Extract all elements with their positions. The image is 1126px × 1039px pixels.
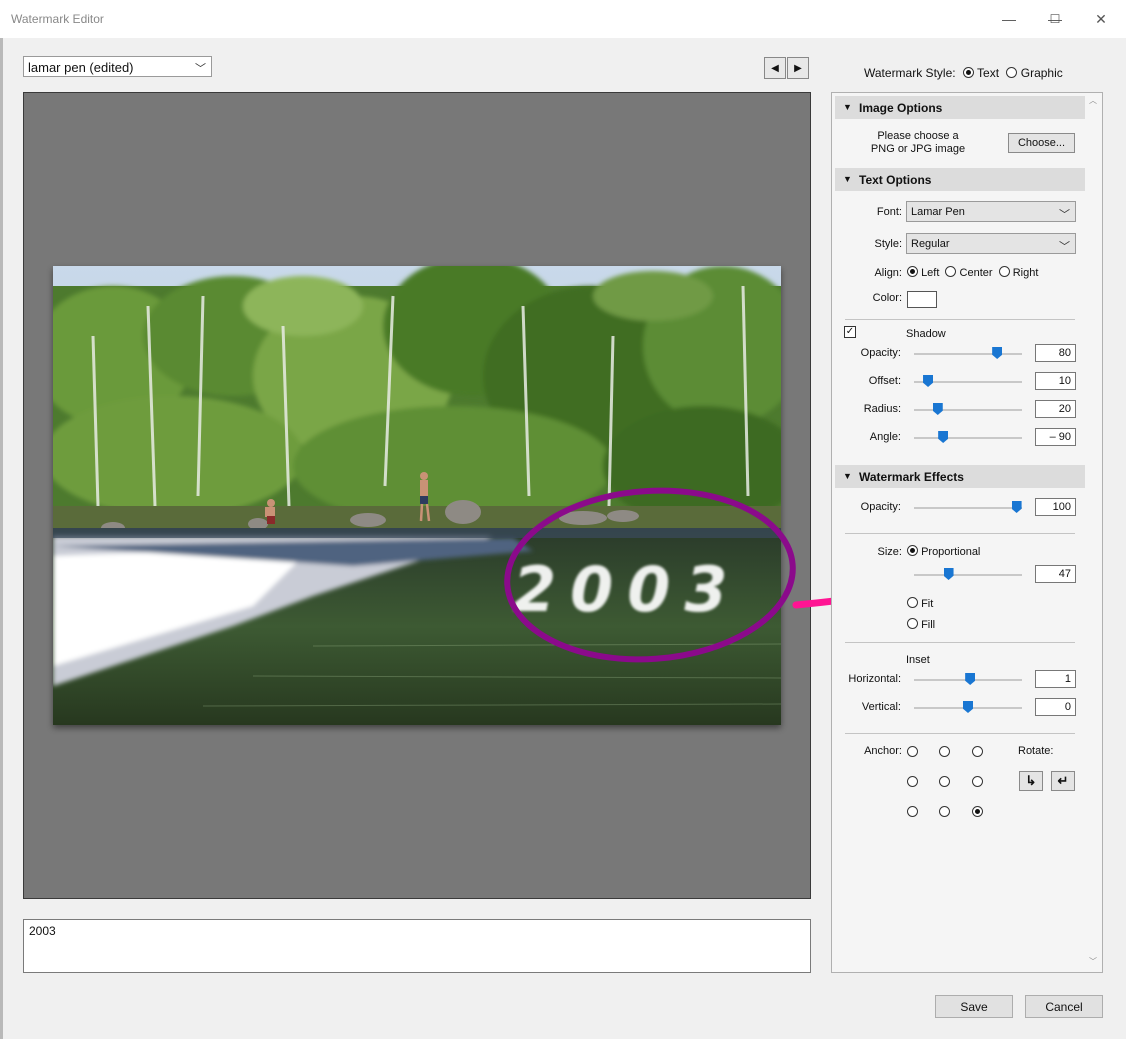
- rotate-clockwise-button[interactable]: ↳: [1019, 771, 1043, 791]
- image-options-header[interactable]: ▼ Image Options: [835, 96, 1085, 119]
- panel-scrollbar[interactable]: ︿ ﹀: [1086, 93, 1102, 972]
- scroll-down-icon[interactable]: ﹀: [1089, 956, 1097, 967]
- scroll-up-icon[interactable]: ︿: [1089, 95, 1097, 106]
- rotate-label: Rotate:: [1018, 745, 1054, 757]
- align-left-radio[interactable]: [907, 266, 918, 277]
- anchor-top-left[interactable]: [907, 746, 918, 757]
- inset-label: Inset: [906, 654, 930, 666]
- annotation-circle: [504, 487, 796, 663]
- size-fill-radio[interactable]: [907, 618, 918, 629]
- anchor-label: Anchor:: [864, 745, 902, 757]
- size-label: Size:: [877, 546, 902, 558]
- style-label: Style:: [874, 238, 902, 250]
- size-slider[interactable]: [914, 574, 1022, 576]
- color-label: Color:: [872, 292, 902, 304]
- align-group: Left Center Right: [907, 266, 1038, 279]
- effects-opacity-label: Opacity:: [860, 501, 901, 513]
- anchor-bottom-right[interactable]: [971, 806, 983, 817]
- size-proportional-radio[interactable]: [907, 545, 918, 556]
- align-center-radio[interactable]: [945, 266, 957, 277]
- collapse-triangle-icon: ▼: [843, 102, 852, 112]
- chevron-down-icon: ﹀: [1059, 241, 1070, 253]
- anchor-center[interactable]: [939, 776, 951, 787]
- watermark-text-input[interactable]: 2003: [23, 919, 811, 973]
- font-label: Font:: [876, 206, 902, 218]
- divider: [845, 319, 1075, 320]
- watermark-effects-header[interactable]: ▼ Watermark Effects: [835, 465, 1085, 488]
- shadow-angle-label: Angle:: [869, 431, 901, 443]
- cancel-button[interactable]: Cancel: [1025, 995, 1103, 1018]
- chevron-down-icon: ﹀: [1059, 209, 1070, 221]
- shadow-opacity-slider[interactable]: [914, 353, 1022, 355]
- size-fill-option: Fill: [907, 618, 935, 631]
- shadow-radius-field[interactable]: 20: [1035, 400, 1076, 418]
- anchor-top-center[interactable]: [939, 746, 951, 757]
- align-label: Align:: [874, 267, 902, 279]
- anchor-top-right[interactable]: [971, 746, 983, 757]
- shadow-checkbox[interactable]: ✓: [844, 326, 856, 338]
- size-fit-option: Fit: [907, 597, 933, 610]
- vertical-label: Vertical:: [861, 701, 901, 713]
- shadow-angle-field[interactable]: – 90: [1035, 428, 1076, 446]
- watermark-text-value: 2003: [29, 924, 56, 938]
- shadow-offset-field[interactable]: 10: [1035, 372, 1076, 390]
- shadow-opacity-field[interactable]: 80: [1035, 344, 1076, 362]
- shadow-label: Shadow: [906, 328, 946, 340]
- collapse-triangle-icon: ▼: [843, 471, 852, 481]
- effects-opacity-field[interactable]: 100: [1035, 498, 1076, 516]
- align-right-radio[interactable]: [998, 266, 1010, 277]
- style-select[interactable]: Regular ﹀: [906, 233, 1076, 254]
- anchor-middle-left[interactable]: [907, 776, 918, 787]
- divider: [845, 733, 1075, 734]
- collapse-triangle-icon: ▼: [843, 174, 852, 184]
- shadow-angle-slider[interactable]: [914, 437, 1022, 439]
- divider: [845, 533, 1075, 534]
- choose-image-button[interactable]: Choose...: [1008, 133, 1075, 153]
- anchor-grid: [907, 745, 983, 817]
- anchor-middle-right[interactable]: [971, 776, 983, 787]
- size-field[interactable]: 47: [1035, 565, 1076, 583]
- color-swatch[interactable]: [907, 291, 937, 308]
- divider: [845, 642, 1075, 643]
- text-options-header[interactable]: ▼ Text Options: [835, 168, 1085, 191]
- shadow-radius-slider[interactable]: [914, 409, 1022, 411]
- shadow-offset-label: Offset:: [868, 375, 901, 387]
- horizontal-field[interactable]: 1: [1035, 670, 1076, 688]
- size-proportional-option: Proportional: [907, 545, 980, 558]
- shadow-opacity-label: Opacity:: [860, 347, 901, 359]
- save-button[interactable]: Save: [935, 995, 1013, 1018]
- vertical-field[interactable]: 0: [1035, 698, 1076, 716]
- rotate-counterclockwise-icon: ↵: [1057, 773, 1069, 788]
- rotate-counterclockwise-button[interactable]: ↵: [1051, 771, 1075, 791]
- font-select[interactable]: Lamar Pen ﹀: [906, 201, 1076, 222]
- size-fit-radio[interactable]: [907, 597, 918, 608]
- image-options-prompt: Please choose a PNG or JPG image: [870, 130, 966, 155]
- effects-opacity-slider[interactable]: [914, 507, 1022, 509]
- shadow-radius-label: Radius:: [863, 403, 901, 415]
- anchor-bottom-left[interactable]: [907, 806, 918, 817]
- horizontal-label: Horizontal:: [848, 673, 901, 685]
- rotate-clockwise-icon: ↳: [1025, 773, 1037, 788]
